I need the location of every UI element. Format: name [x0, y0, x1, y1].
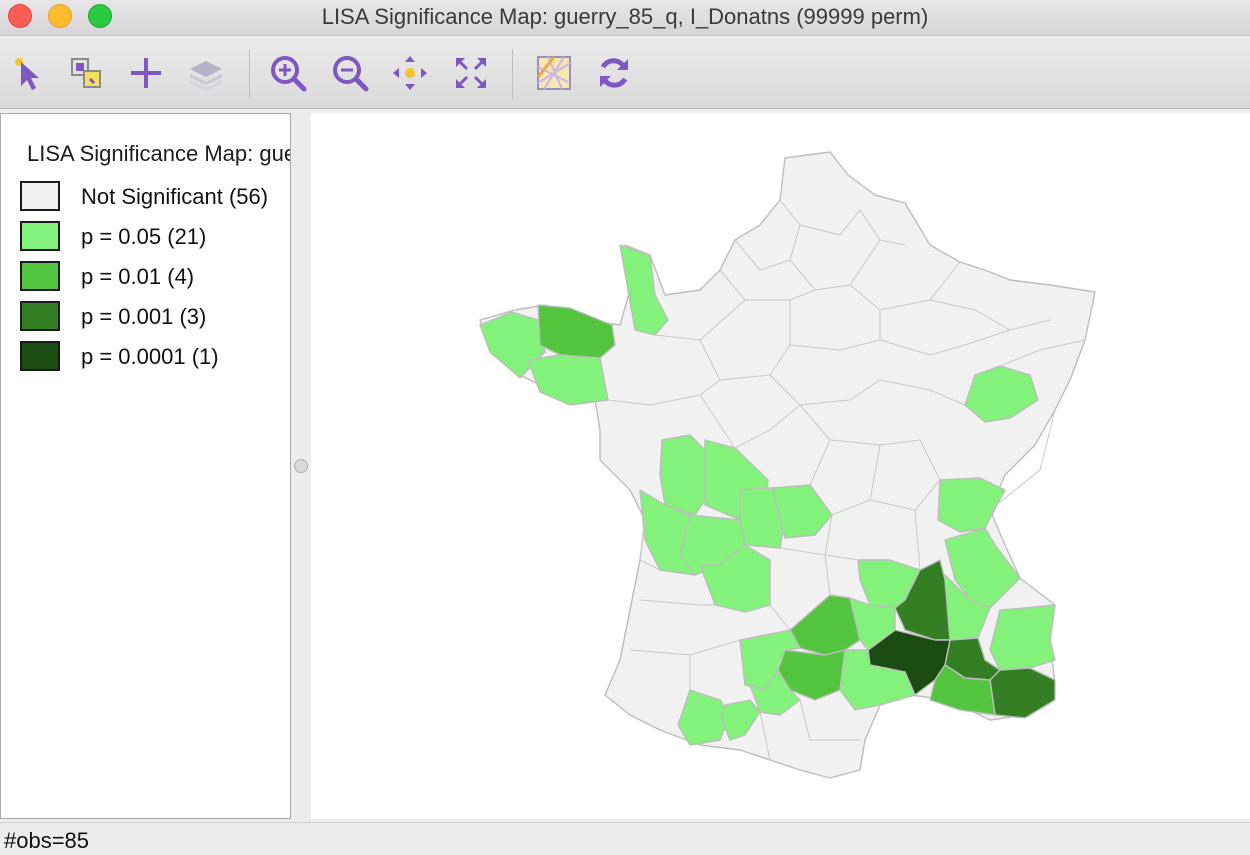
map-region[interactable]: [659, 434, 706, 516]
map-region[interactable]: [989, 667, 1056, 719]
selection-mode-button[interactable]: [64, 51, 108, 95]
legend-swatch: [20, 221, 60, 251]
legend-swatch: [20, 261, 60, 291]
title-bar[interactable]: LISA Significance Map: guerry_85_q, I_Do…: [0, 0, 1250, 36]
plus-icon: [131, 58, 161, 88]
select-tool-button[interactable]: [6, 51, 50, 95]
layers-icon: [190, 61, 222, 91]
zoom-out-button[interactable]: [328, 51, 372, 95]
map-window: LISA Significance Map: guerry_85_q, I_Do…: [0, 0, 1250, 855]
full-extent-button[interactable]: [449, 51, 493, 95]
toolbar: [0, 37, 1250, 109]
toolbar-separator: [512, 49, 513, 99]
layers-button[interactable]: [184, 51, 228, 95]
legend-label: p = 0.05 (21): [81, 224, 207, 249]
arrow-pointer-icon: [15, 58, 39, 90]
france-departments-map[interactable]: [311, 113, 1250, 819]
legend-label: Not Significant (56): [81, 184, 269, 209]
legend-item-p0001[interactable]: p = 0.001 (3): [20, 301, 290, 331]
refresh-icon: [600, 58, 628, 88]
legend-item-p005[interactable]: p = 0.05 (21): [20, 221, 290, 251]
legend-label: p = 0.0001 (1): [81, 344, 219, 369]
map-canvas[interactable]: [311, 113, 1250, 819]
refresh-button[interactable]: [592, 51, 636, 95]
zoom-out-icon: [333, 56, 369, 92]
pan-button[interactable]: [388, 51, 432, 95]
legend-item-p001[interactable]: p = 0.01 (4): [20, 261, 290, 291]
legend-label: p = 0.001 (3): [81, 304, 207, 329]
selection-shapes-icon: [71, 58, 101, 88]
map-region[interactable]: [537, 304, 616, 359]
splitter-handle[interactable]: [294, 459, 308, 473]
zoom-in-icon: [271, 56, 307, 92]
legend-swatch: [20, 181, 60, 211]
legend-item-p00001[interactable]: p = 0.0001 (1): [20, 341, 290, 371]
legend-panel[interactable]: LISA Significance Map: guerry_85_q, I_Do…: [0, 113, 291, 819]
panel-splitter[interactable]: [291, 113, 311, 819]
legend-label: p = 0.01 (4): [81, 264, 195, 289]
map-region[interactable]: [527, 354, 609, 406]
map-region[interactable]: [989, 604, 1056, 671]
basemap-icon: [536, 56, 571, 90]
window-title: LISA Significance Map: guerry_85_q, I_Do…: [321, 4, 929, 29]
pan-arrows-icon: [393, 56, 427, 90]
basemap-button[interactable]: [532, 51, 576, 95]
legend-swatch: [20, 341, 60, 371]
fit-extent-icon: [456, 58, 486, 88]
toolbar-separator: [249, 49, 250, 99]
legend-title: LISA Significance Map: guerry_85_q, I_Do…: [27, 141, 290, 166]
observation-count: #obs=85: [4, 828, 90, 853]
status-bar: #obs=85: [0, 822, 1250, 855]
zoom-in-button[interactable]: [266, 51, 310, 95]
add-layer-button[interactable]: [124, 51, 168, 95]
legend-swatch: [20, 301, 60, 331]
legend-item-not-significant[interactable]: Not Significant (56): [20, 181, 290, 211]
